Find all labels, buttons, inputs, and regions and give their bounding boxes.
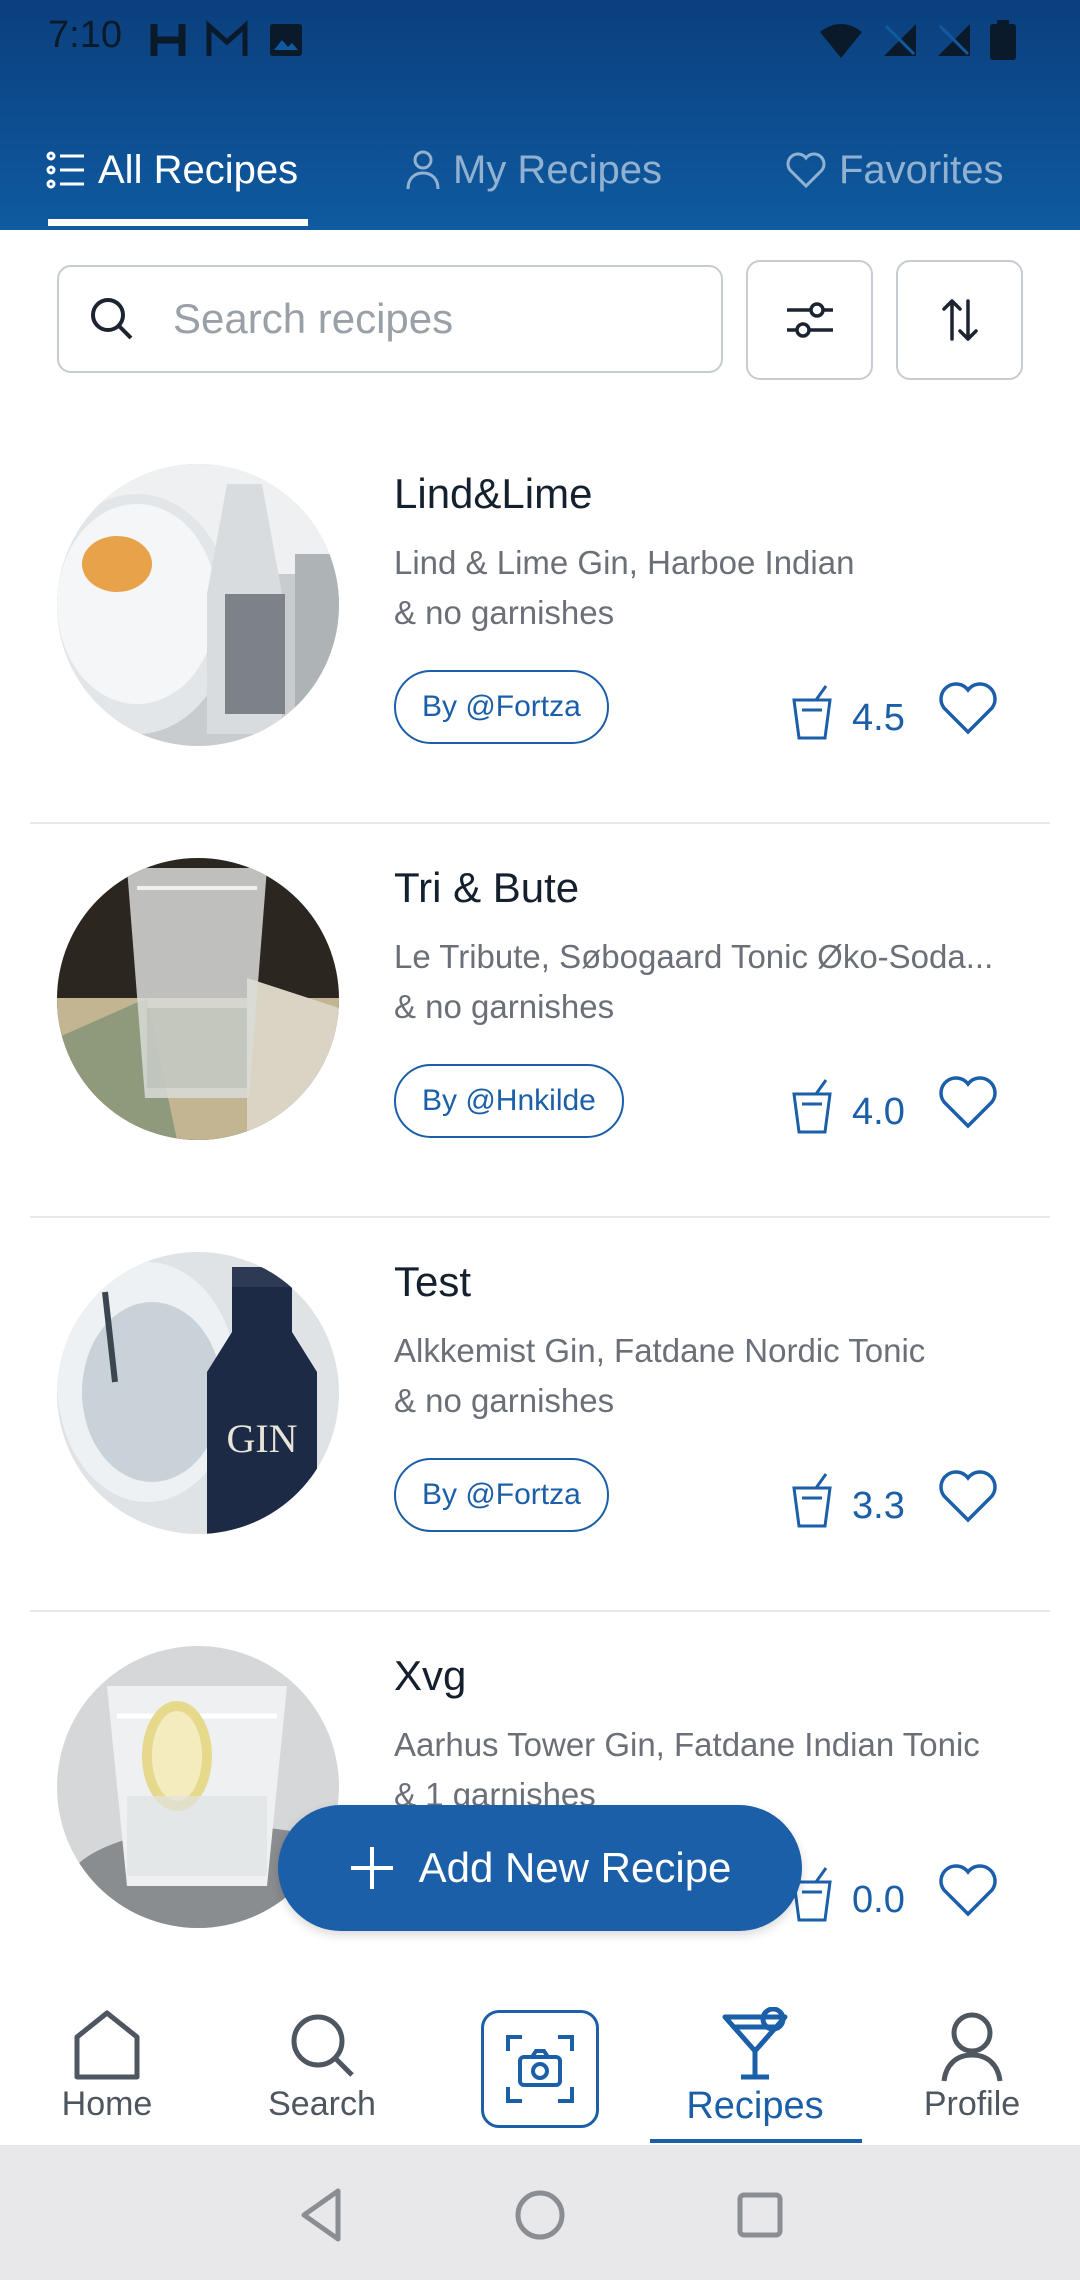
recipe-photo: [57, 464, 339, 746]
tab-my-recipes[interactable]: My Recipes: [405, 125, 662, 215]
sort-icon: [941, 299, 978, 341]
favorite-heart-icon[interactable]: [938, 1468, 998, 1524]
nav-label: Profile: [923, 2085, 1021, 2123]
author-chip[interactable]: By @Hnkilde: [394, 1064, 624, 1138]
rating: 4.5: [790, 680, 905, 744]
bottom-navigation: Home Search Recipes Profile: [0, 1985, 1080, 2145]
tab-label: Favorites: [839, 147, 1004, 192]
heart-icon: [786, 152, 826, 189]
sliders-icon: [786, 302, 833, 338]
add-new-recipe-button[interactable]: Add New Recipe: [278, 1805, 802, 1931]
recents-square-icon[interactable]: [730, 2185, 790, 2245]
tab-favorites[interactable]: Favorites: [785, 125, 1004, 215]
search-field[interactable]: [57, 265, 723, 373]
search-icon: [91, 298, 133, 340]
recipe-ingredients: Alkkemist Gin, Fatdane Nordic Tonic & no…: [394, 1326, 1044, 1426]
image-icon: [270, 24, 302, 56]
garnish-line: & no garnishes: [394, 988, 615, 1025]
tab-label: My Recipes: [453, 147, 662, 192]
recipe-title: Test: [394, 1258, 472, 1305]
active-nav-indicator: [650, 2139, 862, 2143]
tab-label: All Recipes: [98, 147, 299, 192]
plus-icon: [350, 1847, 393, 1889]
filter-button[interactable]: [746, 260, 873, 380]
app-h-icon: [150, 24, 186, 56]
battery-icon: [990, 20, 1016, 60]
signal-icon-2: [938, 24, 970, 56]
nav-label: Search: [268, 2085, 376, 2123]
wifi-icon: [820, 24, 862, 58]
favorite-heart-icon[interactable]: [938, 1862, 998, 1918]
glass-icon: [792, 1079, 832, 1134]
favorite-heart-icon[interactable]: [938, 680, 998, 736]
recipe-photo: [57, 858, 339, 1140]
garnish-line: & no garnishes: [394, 594, 615, 631]
recipe-ingredients: Lind & Lime Gin, Harboe Indian & no garn…: [394, 538, 1044, 638]
status-time: 7:10: [48, 14, 122, 56]
system-navigation-bar: [0, 2145, 1080, 2280]
rating: 4.0: [790, 1074, 905, 1138]
profile-icon: [941, 2012, 1003, 2082]
sort-button[interactable]: [896, 260, 1023, 380]
favorite-heart-icon[interactable]: [938, 1074, 998, 1130]
rating-value: 0.0: [852, 1878, 905, 1921]
recipe-card[interactable]: GIN Test Alkkemist Gin, Fatdane Nordic T…: [0, 1218, 1080, 1612]
recipe-tabs: All Recipes My Recipes Favorites: [0, 115, 1080, 230]
nav-profile[interactable]: Profile: [872, 1985, 1072, 2145]
ingredients-line: Lind & Lime Gin, Harboe Indian: [394, 544, 855, 581]
rating-value: 3.3: [852, 1484, 905, 1527]
rating-value: 4.0: [852, 1090, 905, 1133]
nav-recipes[interactable]: Recipes: [655, 1985, 855, 2145]
recipe-card[interactable]: Tri & Bute Le Tribute, Søbogaard Tonic Ø…: [0, 824, 1080, 1218]
nav-search[interactable]: Search: [222, 1985, 422, 2145]
svg-text:GIN: GIN: [226, 1416, 297, 1461]
rating: 0.0: [790, 1862, 905, 1926]
recipe-photo: GIN: [57, 1252, 339, 1534]
recipe-title: Xvg: [394, 1652, 467, 1699]
ingredients-line: Aarhus Tower Gin, Fatdane Indian Tonic: [394, 1726, 980, 1763]
add-button-label: Add New Recipe: [418, 1844, 732, 1891]
gmail-icon: [206, 20, 248, 56]
active-tab-indicator: [48, 219, 308, 226]
cocktail-icon: [722, 2007, 788, 2080]
recipe-title: Lind&Lime: [394, 470, 593, 517]
ingredients-line: Le Tribute, Søbogaard Tonic Øko-Soda...: [394, 938, 994, 975]
nav-label: Home: [61, 2085, 153, 2123]
back-triangle-icon[interactable]: [292, 2185, 352, 2245]
home-circle-icon[interactable]: [510, 2185, 570, 2245]
rating: 3.3: [790, 1468, 905, 1532]
nav-home[interactable]: Home: [7, 1985, 207, 2145]
glass-icon: [792, 1473, 832, 1528]
nav-label: Recipes: [686, 2085, 824, 2127]
garnish-line: & no garnishes: [394, 1382, 615, 1419]
ingredients-line: Alkkemist Gin, Fatdane Nordic Tonic: [394, 1332, 926, 1369]
tab-all-recipes[interactable]: All Recipes: [46, 125, 298, 215]
rating-value: 4.5: [852, 696, 905, 739]
app-header: 7:10 All Recipes My Recipes Favorites: [0, 0, 1080, 230]
search-icon: [291, 2014, 354, 2077]
status-bar: 7:10: [0, 0, 1080, 80]
author-chip[interactable]: By @Fortza: [394, 1458, 609, 1532]
author-chip[interactable]: By @Fortza: [394, 670, 609, 744]
signal-icon-1: [884, 24, 916, 56]
glass-icon: [792, 685, 832, 740]
person-icon: [406, 150, 440, 190]
search-input[interactable]: [173, 295, 693, 343]
recipe-title: Tri & Bute: [394, 864, 580, 911]
scan-camera-button[interactable]: [481, 2010, 599, 2128]
home-icon: [74, 2010, 140, 2080]
recipe-card[interactable]: Lind&Lime Lind & Lime Gin, Harboe Indian…: [0, 430, 1080, 824]
list-icon: [46, 151, 84, 189]
recipe-ingredients: Le Tribute, Søbogaard Tonic Øko-Soda... …: [394, 932, 1044, 1032]
camera-scan-icon: [506, 2035, 574, 2103]
